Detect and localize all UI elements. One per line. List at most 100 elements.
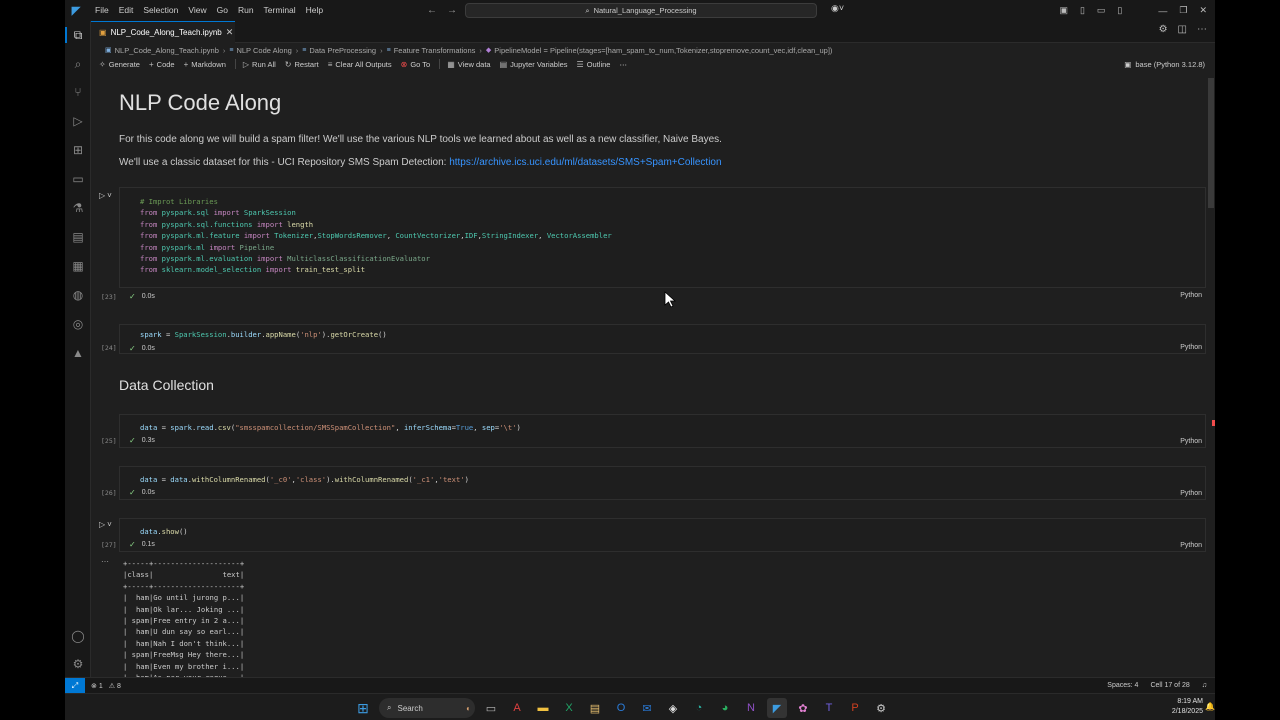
docker-icon[interactable]: ▤ (68, 227, 88, 247)
menu-view[interactable]: View (183, 0, 211, 21)
indentation-indicator[interactable]: Spaces: 4 (1107, 682, 1138, 689)
cell-position-indicator[interactable]: Cell 17 of 28 (1150, 682, 1189, 689)
mail-icon[interactable]: ✉ (637, 698, 657, 718)
cell-language[interactable]: Python (1180, 344, 1202, 351)
taskbar-search[interactable]: ⌕ Search ◐ (379, 698, 475, 718)
edge-dev-icon[interactable]: ◕ (715, 698, 735, 718)
app-icon[interactable]: ◈ (663, 698, 683, 718)
breadcrumb-file[interactable]: ▣ NLP_Code_Along_Teach.ipynb (105, 46, 219, 55)
forward-arrow-icon[interactable]: → (447, 0, 457, 21)
cell-language[interactable]: Python (1180, 490, 1202, 497)
cell-language[interactable]: Python (1180, 292, 1202, 299)
vscode-window: ◤ File Edit Selection View Go Run Termin… (65, 0, 1215, 693)
remote-indicator-icon[interactable]: ⤢ (65, 677, 85, 693)
code-cell-read-csv[interactable]: data = spark.read.csv("smsspamcollection… (119, 414, 1206, 448)
code-cell-show[interactable]: data.show() Python (119, 518, 1206, 552)
view-data-button[interactable]: ▦ View data (447, 60, 490, 69)
problems-indicator[interactable]: ⊗ 1 ⚠ 8 (91, 682, 121, 690)
source-control-icon[interactable]: ⑂ (68, 82, 88, 102)
explorer-icon[interactable]: ⧉ (65, 25, 88, 45)
notifications-bell-icon[interactable]: ♫ (1202, 682, 1207, 689)
restore-icon[interactable]: ❐ (1179, 5, 1187, 16)
minimize-icon[interactable]: — (1158, 6, 1167, 16)
run-cell-button[interactable]: ▷ ˅ (99, 191, 112, 200)
generate-button[interactable]: ✧ Generate (99, 60, 140, 69)
toggle-secondary-sidebar-icon[interactable]: ▯ (1117, 5, 1122, 16)
dataset-link[interactable]: https://archive.ics.uci.edu/ml/datasets/… (449, 157, 721, 168)
close-window-icon[interactable]: ✕ (1199, 5, 1207, 16)
cell-language[interactable]: Python (1180, 438, 1202, 445)
github-icon[interactable]: ◍ (68, 285, 88, 305)
azure-icon[interactable]: ▲ (68, 343, 88, 363)
breadcrumb-heading-3[interactable]: ≡ Feature Transformations (387, 46, 476, 55)
tab-notebook[interactable]: ▣ NLP_Code_Along_Teach.ipynb ✕ (91, 21, 235, 43)
more-toolbar-icon[interactable]: ⋯ (619, 60, 627, 69)
menu-edit[interactable]: Edit (114, 0, 139, 21)
task-view-icon[interactable]: ▭ (481, 698, 501, 718)
notepad-icon[interactable]: ▤ (585, 698, 605, 718)
menu-file[interactable]: File (90, 0, 114, 21)
run-all-button[interactable]: ▷ Run All (243, 60, 276, 69)
code-cell-spark-session[interactable]: spark = SparkSession.builder.appName('nl… (119, 324, 1206, 354)
cell-language[interactable]: Python (1180, 542, 1202, 549)
go-to-button[interactable]: ⊗ Go To (401, 60, 431, 69)
powerpoint-icon[interactable]: P (845, 698, 865, 718)
customize-layout-icon[interactable]: ▣ (1059, 5, 1068, 16)
scrollbar-thumb[interactable] (1208, 78, 1214, 208)
outlook-icon[interactable]: O (611, 698, 631, 718)
settings-gear-icon[interactable]: ⚙ (1159, 24, 1168, 35)
remote-explorer-icon[interactable]: ▭ (68, 169, 88, 189)
copilot-chat-icon[interactable]: ◎ (68, 314, 88, 334)
copilot-icon[interactable]: ◉˅ (831, 3, 844, 14)
add-markdown-cell-button[interactable]: + Markdown (184, 60, 226, 69)
breadcrumb-heading-2[interactable]: ≡ Data PreProcessing (302, 46, 376, 55)
restart-button[interactable]: ↻ Restart (285, 60, 319, 69)
menu-go[interactable]: Go (212, 0, 233, 21)
windows-taskbar: ⊞ ⌕ Search ◐ ▭ A ▬ X ▤ O ✉ ◈ ◔ ◕ N ◤ ✿ T P… (65, 693, 1215, 720)
accounts-icon[interactable]: ◯ (68, 626, 88, 646)
settings-icon[interactable]: ⚙ (871, 698, 891, 718)
onenote-icon[interactable]: N (741, 698, 761, 718)
notebooks-icon[interactable]: ▦ (68, 256, 88, 276)
code-cell-imports[interactable]: # Improt Libraries from pyspark.sql impo… (119, 187, 1206, 299)
code-cell-rename-columns[interactable]: data = data.withColumnRenamed('_c0','cla… (119, 466, 1206, 500)
command-center-search[interactable]: ⌕ Natural_Language_Processing (465, 3, 817, 18)
more-actions-icon[interactable]: ⋯ (1197, 24, 1207, 35)
toggle-panel-icon[interactable]: ▭ (1097, 5, 1106, 16)
menu-help[interactable]: Help (301, 0, 328, 21)
outline-button[interactable]: ☰ Outline (577, 60, 611, 69)
file-explorer-icon[interactable]: ▬ (533, 698, 553, 718)
copilot-app-icon[interactable]: ✿ (793, 698, 813, 718)
edge-icon[interactable]: ◔ (689, 698, 709, 718)
excel-icon[interactable]: X (559, 698, 579, 718)
breadcrumb-symbol[interactable]: ◆ PipelineModel = Pipeline(stages=[ham_sp… (486, 46, 833, 55)
breadcrumb-heading-1[interactable]: ≡ NLP Code Along (229, 46, 291, 55)
manage-gear-icon[interactable]: ⚙ (68, 654, 88, 674)
menu-terminal[interactable]: Terminal (259, 0, 301, 21)
extensions-icon[interactable]: ⊞ (68, 140, 88, 160)
clear-all-outputs-button[interactable]: ≡ Clear All Outputs (328, 60, 392, 69)
jupyter-variables-button[interactable]: ▤ Jupyter Variables (500, 60, 568, 69)
menu-selection[interactable]: Selection (138, 0, 183, 21)
run-cell-button[interactable]: ▷ ˅ (99, 520, 112, 529)
output-more-icon[interactable]: ⋯ (101, 557, 109, 566)
tab-label: NLP_Code_Along_Teach.ipynb (110, 28, 222, 37)
toggle-sidebar-icon[interactable]: ▯ (1080, 5, 1085, 16)
run-debug-icon[interactable]: ▷ (68, 111, 88, 131)
teams-icon[interactable]: T (819, 698, 839, 718)
notification-bell-icon[interactable]: 🔔 (1205, 702, 1215, 711)
vscode-taskbar-icon[interactable]: ◤ (767, 698, 787, 718)
back-arrow-icon[interactable]: ← (427, 0, 437, 21)
editor-actions: ⚙ ◫ ⋯ (1159, 24, 1207, 35)
access-icon[interactable]: A (507, 698, 527, 718)
close-tab-icon[interactable]: ✕ (226, 27, 234, 38)
split-editor-icon[interactable]: ◫ (1178, 24, 1187, 35)
windows-start-icon[interactable]: ⊞ (353, 698, 373, 718)
add-code-cell-button[interactable]: + Code (149, 60, 175, 69)
search-icon[interactable]: ⌕ (68, 54, 88, 74)
kernel-picker[interactable]: ▣ base (Python 3.12.8) (1124, 57, 1205, 71)
search-icon: ⌕ (585, 5, 590, 15)
taskbar-clock[interactable]: 8:19 AM 2/18/2025 (1172, 697, 1203, 717)
menu-run[interactable]: Run (233, 0, 259, 21)
testing-icon[interactable]: ⚗ (68, 198, 88, 218)
